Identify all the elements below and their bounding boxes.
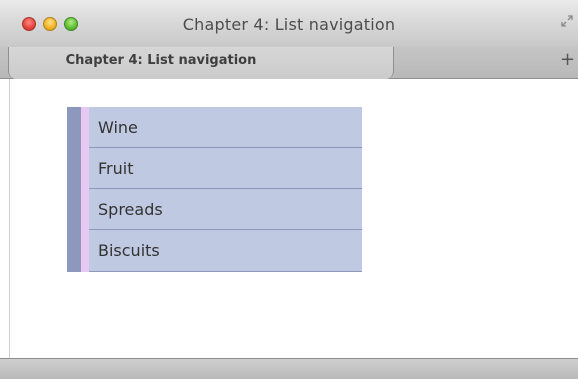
nav-accent-light [81,107,89,148]
fullscreen-arrows-glyph [561,15,573,27]
nav-item-label: Wine [98,118,138,137]
tab-chapter-4[interactable]: Chapter 4: List navigation [8,47,394,79]
window-title: Chapter 4: List navigation [182,15,396,34]
nav-accent-light [81,230,89,272]
browser-window: Chapter 4: List navigation Chapter 4: Li… [0,0,578,379]
page-content: Wine Fruit Spreads Biscuits [0,79,578,358]
tab-label: Chapter 4: List navigation [65,53,257,68]
nav-item-spreads[interactable]: Spreads [67,189,362,230]
nav-item-wine[interactable]: Wine [67,107,362,148]
nav-item-fruit[interactable]: Fruit [67,148,362,189]
window-edge [9,79,10,358]
fullscreen-arrows-icon[interactable] [560,15,574,29]
nav-accent-dark [67,107,81,148]
status-bar [0,358,578,379]
tab-bar: Chapter 4: List navigation + [0,47,578,79]
nav-item-label: Spreads [98,200,163,219]
nav-item-label: Fruit [98,159,134,178]
nav-item-biscuits[interactable]: Biscuits [67,230,362,272]
new-tab-button[interactable]: + [560,51,575,69]
list-navigation: Wine Fruit Spreads Biscuits [67,107,362,272]
nav-accent-dark [67,230,81,272]
nav-accent-dark [67,189,81,230]
nav-accent-dark [67,148,81,189]
nav-accent-light [81,189,89,230]
nav-item-label: Biscuits [98,241,160,260]
title-bar[interactable]: Chapter 4: List navigation [0,0,578,47]
nav-accent-light [81,148,89,189]
